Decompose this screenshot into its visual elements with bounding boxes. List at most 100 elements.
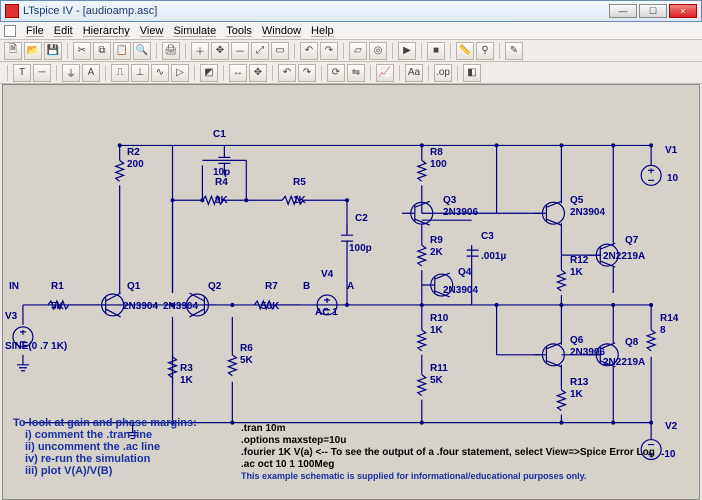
val-r2: 200: [127, 159, 144, 170]
menu-tools[interactable]: Tools: [222, 25, 256, 37]
tool-save-button[interactable]: 💾: [44, 42, 62, 60]
document-icon: [4, 25, 16, 37]
tool-zoom-in-button[interactable]: ＋: [191, 42, 209, 60]
maximize-button[interactable]: ☐: [639, 4, 667, 18]
des-r7: R7: [265, 281, 278, 292]
val-v3: SINE(0 .7 1K): [5, 341, 67, 352]
toolbar-separator: [399, 65, 400, 81]
val-r14: 8: [660, 325, 666, 336]
spice-dir-3: .fourier 1K V(a) <-- To see the output o…: [241, 447, 655, 458]
close-button[interactable]: ×: [669, 4, 697, 18]
des-r3: R3: [180, 363, 193, 374]
tool-zoom-rect-button[interactable]: ▭: [271, 42, 289, 60]
des-q6: Q6: [570, 335, 583, 346]
tool-drag-button[interactable]: ✥: [249, 64, 267, 82]
tool-copy-button[interactable]: ⧉: [93, 42, 111, 60]
note-heading: To look at gain and phase margins:: [13, 417, 197, 429]
tool-label-button[interactable]: A: [82, 64, 100, 82]
val-r9: 2K: [430, 247, 443, 258]
tool-open-button[interactable]: 📂: [24, 42, 42, 60]
tool-text-button[interactable]: T: [13, 64, 31, 82]
menu-window[interactable]: Window: [258, 25, 305, 37]
tool-print-button[interactable]: 🖨: [162, 42, 180, 60]
tool-paste-button[interactable]: 📋: [113, 42, 131, 60]
minimize-button[interactable]: —: [609, 4, 637, 18]
menu-file[interactable]: File: [22, 25, 48, 37]
val-q5: 2N3904: [570, 207, 605, 218]
tool-cap-button[interactable]: ⊥: [131, 64, 149, 82]
spice-dir-2: .options maxstep=10u: [241, 435, 346, 446]
tool-new-button[interactable]: 🗎: [4, 42, 22, 60]
toolbar-row-2[interactable]: T─ ⏚A ⎍⊥∿▷ ◩ ↔✥ ↶↷ ⟳⇋ 📈 Aa .op ◧: [0, 62, 702, 84]
val-c3: .001µ: [481, 251, 506, 262]
val-v4: AC 1: [315, 307, 338, 318]
des-c1: C1: [213, 129, 226, 140]
tool-wire-button[interactable]: ─: [33, 64, 51, 82]
note-line-1: i) comment the .tran line: [25, 429, 152, 441]
tool-pan-button[interactable]: ✥: [211, 42, 229, 60]
toolbar-separator: [67, 43, 68, 59]
tool-notes-button[interactable]: ✎: [505, 42, 523, 60]
des-q8: Q8: [625, 337, 638, 348]
des-v2: V2: [665, 421, 677, 432]
toolbar-separator: [105, 65, 106, 81]
des-q2: Q2: [208, 281, 221, 292]
tool-comp-button[interactable]: ◩: [200, 64, 218, 82]
tool-rot-button[interactable]: ⟳: [327, 64, 345, 82]
tool-mir-button[interactable]: ⇋: [347, 64, 365, 82]
tool-diode-button[interactable]: ▷: [171, 64, 189, 82]
window-titlebar: LTspice IV - [audioamp.asc] — ☐ ×: [0, 0, 702, 22]
val-v2: -10: [661, 449, 675, 460]
tool-res-button[interactable]: ⎍: [111, 64, 129, 82]
des-v3: V3: [5, 311, 17, 322]
menu-help[interactable]: Help: [307, 25, 338, 37]
des-r2: R2: [127, 147, 140, 158]
schematic-canvas[interactable]: IN B A R2 200 C1 10p R4 9K R5 1K R8 100 …: [2, 84, 700, 500]
tool-move-button[interactable]: ↔: [229, 64, 247, 82]
tool-stop-button[interactable]: ■: [427, 42, 445, 60]
tool-zoom-out-button[interactable]: －: [231, 42, 249, 60]
tool-plot-button[interactable]: 📈: [376, 64, 394, 82]
des-c2: C2: [355, 213, 368, 224]
tool-run-button[interactable]: ▶: [398, 42, 416, 60]
val-r12: 1K: [570, 267, 583, 278]
toolbar-row-1[interactable]: 🗎📂💾 ✂⧉📋🔍 🖨 ＋✥－⤢▭ ↶↷ ▱◎ ▶ ■ 📏⚲ ✎: [0, 40, 702, 62]
tool-ruler-button[interactable]: 📏: [456, 42, 474, 60]
menu-simulate[interactable]: Simulate: [169, 25, 220, 37]
des-q7: Q7: [625, 235, 638, 246]
tool-undo-button[interactable]: ↶: [300, 42, 318, 60]
menu-hierarchy[interactable]: Hierarchy: [79, 25, 134, 37]
toolbar-separator: [457, 65, 458, 81]
tool-find-button[interactable]: 🔍: [133, 42, 151, 60]
val-v1: 10: [667, 173, 678, 184]
val-r13: 1K: [570, 389, 583, 400]
tool-hier-button[interactable]: ◧: [463, 64, 481, 82]
val-r7: 50K: [261, 301, 279, 312]
tool-op-button[interactable]: .op: [434, 64, 452, 82]
tool-undo-button[interactable]: ↶: [278, 64, 296, 82]
tool-probe-button[interactable]: ⚲: [476, 42, 494, 60]
val-q1: 2N3904: [123, 301, 158, 312]
toolbar-separator: [272, 65, 273, 81]
tool-sel-button[interactable]: ▱: [349, 42, 367, 60]
note-line-3: iv) re-run the simulation: [25, 453, 150, 465]
des-r6: R6: [240, 343, 253, 354]
tool-redo-button[interactable]: ↷: [298, 64, 316, 82]
tool-marker-button[interactable]: ◎: [369, 42, 387, 60]
tool-zoom-fit-button[interactable]: ⤢: [251, 42, 269, 60]
menubar[interactable]: File Edit Hierarchy View Simulate Tools …: [0, 22, 702, 40]
des-r9: R9: [430, 235, 443, 246]
tool-cut-button[interactable]: ✂: [73, 42, 91, 60]
tool-redo-button[interactable]: ↷: [320, 42, 338, 60]
val-r4: 9K: [215, 195, 228, 206]
tool-ind-button[interactable]: ∿: [151, 64, 169, 82]
menu-edit[interactable]: Edit: [50, 25, 77, 37]
val-q7: 2N2219A: [603, 251, 645, 262]
val-q6: 2N3906: [570, 347, 605, 358]
val-q3: 2N3906: [443, 207, 478, 218]
tool-txt-button[interactable]: Aa: [405, 64, 423, 82]
tool-gnd-button[interactable]: ⏚: [62, 64, 80, 82]
val-r6: 5K: [240, 355, 253, 366]
toolbar-separator: [370, 65, 371, 81]
menu-view[interactable]: View: [136, 25, 168, 37]
